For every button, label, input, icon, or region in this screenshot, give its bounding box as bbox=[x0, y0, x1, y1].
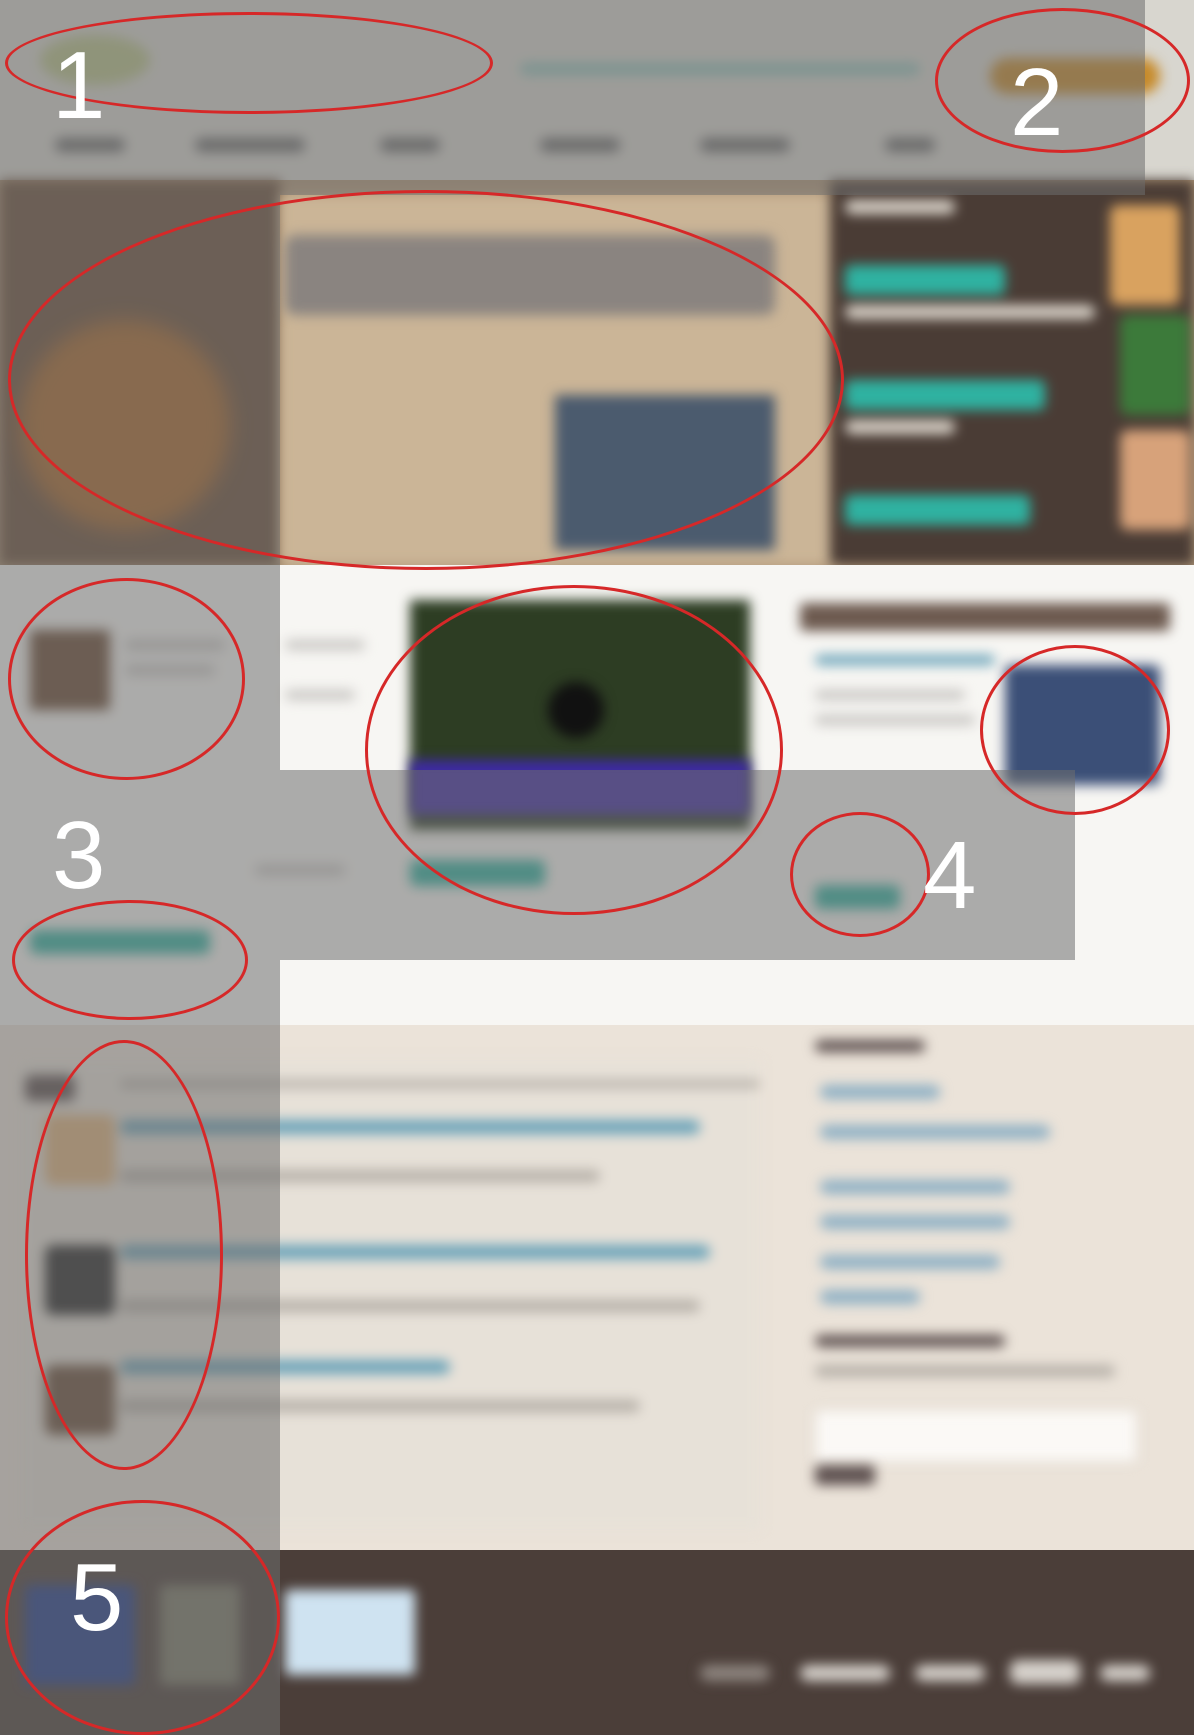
annotation-ellipse bbox=[12, 900, 248, 1020]
annotation-number-2: 2 bbox=[1010, 49, 1064, 156]
social-link[interactable] bbox=[915, 1665, 985, 1681]
annotation-ellipse bbox=[8, 578, 245, 780]
annotation-number-1: 1 bbox=[52, 32, 106, 139]
sidebar-link[interactable] bbox=[820, 1255, 1000, 1269]
partner-logo[interactable] bbox=[285, 1590, 415, 1675]
text-line bbox=[815, 690, 965, 700]
sidebar-link[interactable] bbox=[820, 1180, 1010, 1194]
side-item-title bbox=[845, 305, 1095, 319]
side-item-thumbnail bbox=[1120, 315, 1190, 415]
sidebar-link[interactable] bbox=[820, 1215, 1010, 1229]
social-link[interactable] bbox=[800, 1665, 890, 1681]
side-item-thumbnail bbox=[1120, 430, 1190, 530]
social-link[interactable] bbox=[1100, 1665, 1150, 1681]
right-column-heading bbox=[800, 603, 1170, 631]
side-item-title bbox=[845, 200, 955, 214]
annotation-number-3: 3 bbox=[52, 802, 106, 909]
submit-button[interactable] bbox=[815, 1465, 875, 1485]
side-item-button[interactable] bbox=[845, 495, 1030, 525]
hero-side-panel bbox=[830, 180, 1194, 565]
sidebar-link[interactable] bbox=[820, 1290, 920, 1304]
annotation-number-4: 4 bbox=[923, 822, 977, 929]
annotation-ellipse bbox=[25, 1040, 223, 1470]
annotation-ellipse bbox=[5, 1500, 280, 1735]
text-line bbox=[815, 715, 975, 725]
side-item-button[interactable] bbox=[845, 380, 1045, 410]
sidebar-heading bbox=[815, 1040, 925, 1052]
side-item-button[interactable] bbox=[845, 265, 1005, 295]
sidebar-link[interactable] bbox=[820, 1085, 940, 1099]
sidebar-heading bbox=[815, 1335, 1005, 1347]
text-line bbox=[285, 640, 365, 650]
text-line bbox=[815, 655, 995, 665]
sidebar-text bbox=[815, 1365, 1115, 1377]
annotation-ellipse bbox=[365, 585, 783, 915]
annotation-ellipse bbox=[8, 190, 844, 570]
footer-text bbox=[700, 1665, 770, 1681]
annotation-ellipse bbox=[980, 645, 1170, 815]
sidebar-link[interactable] bbox=[820, 1125, 1050, 1139]
side-item-title bbox=[845, 420, 955, 434]
email-field[interactable] bbox=[815, 1410, 1137, 1462]
annotation-ellipse bbox=[790, 812, 930, 937]
side-item-thumbnail bbox=[1110, 205, 1180, 305]
social-link[interactable] bbox=[1010, 1660, 1080, 1684]
text-line bbox=[285, 690, 355, 700]
annotation-number-5: 5 bbox=[70, 1544, 124, 1651]
